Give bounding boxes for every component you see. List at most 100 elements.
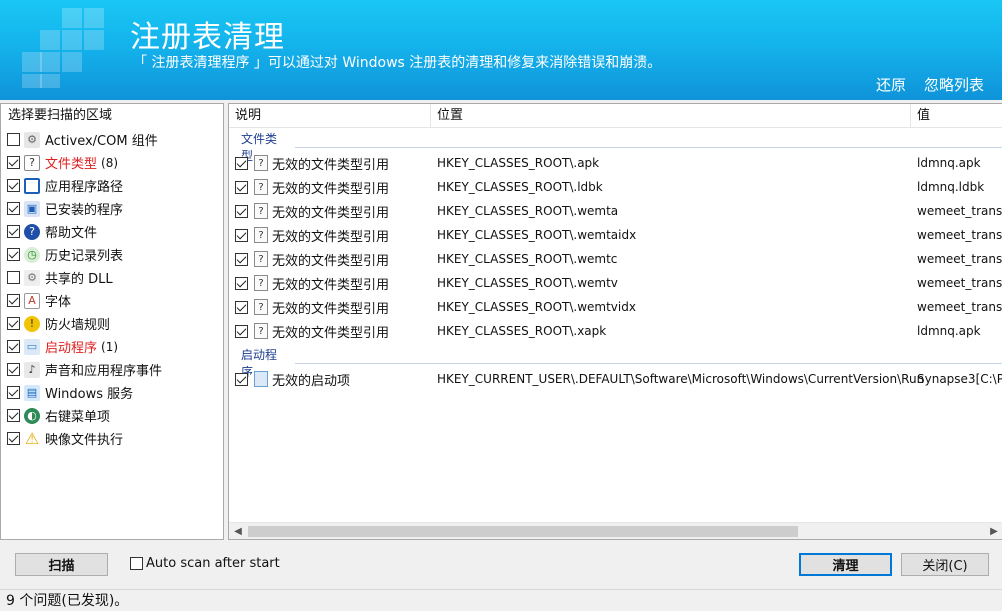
- scan-area-item[interactable]: ◐ 右键菜单项: [1, 404, 223, 427]
- result-location: HKEY_CLASSES_ROOT\.wemta: [437, 204, 619, 218]
- result-row[interactable]: ? 无效的文件类型引用 HKEY_CLASSES_ROOT\.ldbk ldmnq.l…: [229, 175, 1002, 199]
- result-row[interactable]: ? 无效的文件类型引用 HKEY_CLASSES_ROOT\.wemtv wemeet…: [229, 271, 1002, 295]
- page-title: 注册表清理: [130, 20, 285, 55]
- column-value-header[interactable]: 值: [911, 104, 1002, 128]
- result-row-checkbox[interactable]: [235, 228, 248, 242]
- scroll-left-icon[interactable]: ◀: [230, 524, 246, 539]
- scan-area-checkbox[interactable]: [7, 225, 20, 238]
- scan-area-checkbox[interactable]: [7, 133, 20, 146]
- file-type-icon: ?: [254, 179, 268, 195]
- result-row-checkbox[interactable]: [235, 204, 248, 218]
- scan-area-item[interactable]: ▣ 已安装的程序: [1, 197, 223, 220]
- sound-icon: ♪: [24, 361, 40, 378]
- clean-button[interactable]: 清理: [799, 553, 892, 576]
- scan-area-item[interactable]: ? 文件类型 (8): [1, 151, 223, 174]
- scan-area-label: 启动程序: [45, 341, 98, 356]
- result-row[interactable]: 无效的启动项 HKEY_CURRENT_USER\.DEFAULT\Softwar…: [229, 367, 1002, 391]
- header-banner: 注册表清理 「 注册表清理程序 」可以通过对 Windows 注册表的清理和修复…: [0, 0, 1002, 100]
- windows-service-icon: ▤: [24, 384, 40, 401]
- scan-area-item[interactable]: 应用程序路径: [1, 174, 223, 197]
- scan-area-label: Activex/COM 组件: [45, 134, 158, 149]
- scan-area-checkbox[interactable]: [7, 271, 20, 284]
- result-row[interactable]: ? 无效的文件类型引用 HKEY_CLASSES_ROOT\.wemtaidx wem…: [229, 223, 1002, 247]
- auto-scan-label: Auto scan after start: [146, 556, 280, 571]
- result-row[interactable]: ? 无效的文件类型引用 HKEY_CLASSES_ROOT\.wemta wemeet…: [229, 199, 1002, 223]
- scan-area-checkbox[interactable]: [7, 386, 20, 399]
- scan-area-label: 文件类型: [45, 157, 98, 172]
- scan-area-checkbox[interactable]: [7, 363, 20, 376]
- file-type-icon: ?: [254, 155, 268, 171]
- scan-area-item[interactable]: ♪ 声音和应用程序事件: [1, 358, 223, 381]
- result-location: HKEY_CLASSES_ROOT\.ldbk: [437, 180, 603, 194]
- scan-area-checkbox[interactable]: [7, 294, 20, 307]
- scan-areas-panel: 选择要扫描的区域 ⚙ Activex/COM 组件? 文件类型 (8) 应用程序路径 ▣ 已…: [0, 103, 224, 540]
- result-row[interactable]: ? 无效的文件类型引用 HKEY_CLASSES_ROOT\.apk ldmnq.ap…: [229, 151, 1002, 175]
- scan-area-item[interactable]: ⚙ 共享的 DLL: [1, 266, 223, 289]
- startup-icon: ▭: [24, 338, 40, 355]
- result-location: HKEY_CLASSES_ROOT\.apk: [437, 156, 600, 170]
- ignore-list-link[interactable]: 忽略列表: [924, 74, 984, 95]
- scan-area-label: 声音和应用程序事件: [45, 364, 163, 379]
- scan-area-checkbox[interactable]: [7, 179, 20, 192]
- scroll-right-icon[interactable]: ▶: [986, 524, 1002, 539]
- scan-area-item[interactable]: ◷ 历史记录列表: [1, 243, 223, 266]
- column-desc-header[interactable]: 说明: [229, 104, 431, 128]
- result-row-checkbox[interactable]: [235, 372, 248, 386]
- scan-area-item[interactable]: ▭ 启动程序 (1): [1, 335, 223, 358]
- result-row-checkbox[interactable]: [235, 300, 248, 314]
- scan-area-checkbox[interactable]: [7, 248, 20, 261]
- result-value: wemeet_transcc: [917, 252, 1002, 266]
- scan-area-checkbox[interactable]: [7, 317, 20, 330]
- result-row-checkbox[interactable]: [235, 324, 248, 338]
- scan-area-label: 防火墙规则: [45, 318, 111, 333]
- result-location: HKEY_CLASSES_ROOT\.wemtv: [437, 276, 618, 290]
- auto-scan-option[interactable]: Auto scan after start: [130, 556, 280, 571]
- result-row[interactable]: ? 无效的文件类型引用 HKEY_CLASSES_ROOT\.wemtc wemeet…: [229, 247, 1002, 271]
- group-divider: [294, 362, 1002, 364]
- column-location-header[interactable]: 位置: [431, 104, 911, 128]
- scan-button[interactable]: 扫描: [15, 553, 108, 576]
- result-desc: 无效的文件类型引用: [272, 253, 390, 269]
- scan-area-item[interactable]: ! 防火墙规则: [1, 312, 223, 335]
- scan-area-item[interactable]: ⚙ Activex/COM 组件: [1, 128, 223, 151]
- auto-scan-checkbox[interactable]: [130, 557, 143, 570]
- result-desc: 无效的文件类型引用: [272, 157, 390, 173]
- restore-link[interactable]: 还原: [876, 74, 906, 95]
- result-desc: 无效的文件类型引用: [272, 301, 390, 317]
- result-value: wemeet_transcc: [917, 300, 1002, 314]
- scan-area-checkbox[interactable]: [7, 340, 20, 353]
- scan-area-item[interactable]: ▤ Windows 服务: [1, 381, 223, 404]
- scan-area-checkbox[interactable]: [7, 202, 20, 215]
- status-bar: 9 个问题(已发现)。: [0, 589, 1002, 611]
- startup-icon: [254, 371, 268, 387]
- close-button[interactable]: 关闭(C): [901, 553, 989, 576]
- scan-area-count: (8): [101, 155, 119, 170]
- scan-area-item[interactable]: ? 帮助文件: [1, 220, 223, 243]
- scan-area-item[interactable]: A 字体: [1, 289, 223, 312]
- result-row-checkbox[interactable]: [235, 276, 248, 290]
- scan-area-checkbox[interactable]: [7, 409, 20, 422]
- result-row[interactable]: ? 无效的文件类型引用 HKEY_CLASSES_ROOT\.wemtvidx wem…: [229, 295, 1002, 319]
- result-row-checkbox[interactable]: [235, 252, 248, 266]
- result-desc: 无效的文件类型引用: [272, 205, 390, 221]
- result-desc: 无效的文件类型引用: [272, 325, 390, 341]
- result-value: ldmnq.ldbk: [917, 180, 985, 194]
- result-row[interactable]: ? 无效的文件类型引用 HKEY_CLASSES_ROOT\.xapk ldmnq.a…: [229, 319, 1002, 343]
- horizontal-scrollbar[interactable]: ◀ ▶: [229, 522, 1002, 539]
- scan-area-checkbox[interactable]: [7, 156, 20, 169]
- result-row-checkbox[interactable]: [235, 156, 248, 170]
- scrollbar-thumb[interactable]: [248, 526, 798, 537]
- file-type-icon: ?: [254, 323, 268, 339]
- result-value: wemeet_transcc: [917, 228, 1002, 242]
- registry-logo-icon: [22, 8, 122, 88]
- scan-area-item[interactable]: ⚠ 映像文件执行: [1, 427, 223, 450]
- result-row-checkbox[interactable]: [235, 180, 248, 194]
- result-value: wemeet_transcc: [917, 204, 1002, 218]
- scan-area-label: 帮助文件: [45, 226, 98, 241]
- result-desc: 无效的文件类型引用: [272, 181, 390, 197]
- result-value: Synapse3[C:\Pro: [917, 372, 1002, 386]
- font-icon: A: [24, 292, 40, 309]
- scan-area-checkbox[interactable]: [7, 432, 20, 445]
- help-icon: ?: [24, 223, 40, 240]
- file-type-icon: ?: [254, 251, 268, 267]
